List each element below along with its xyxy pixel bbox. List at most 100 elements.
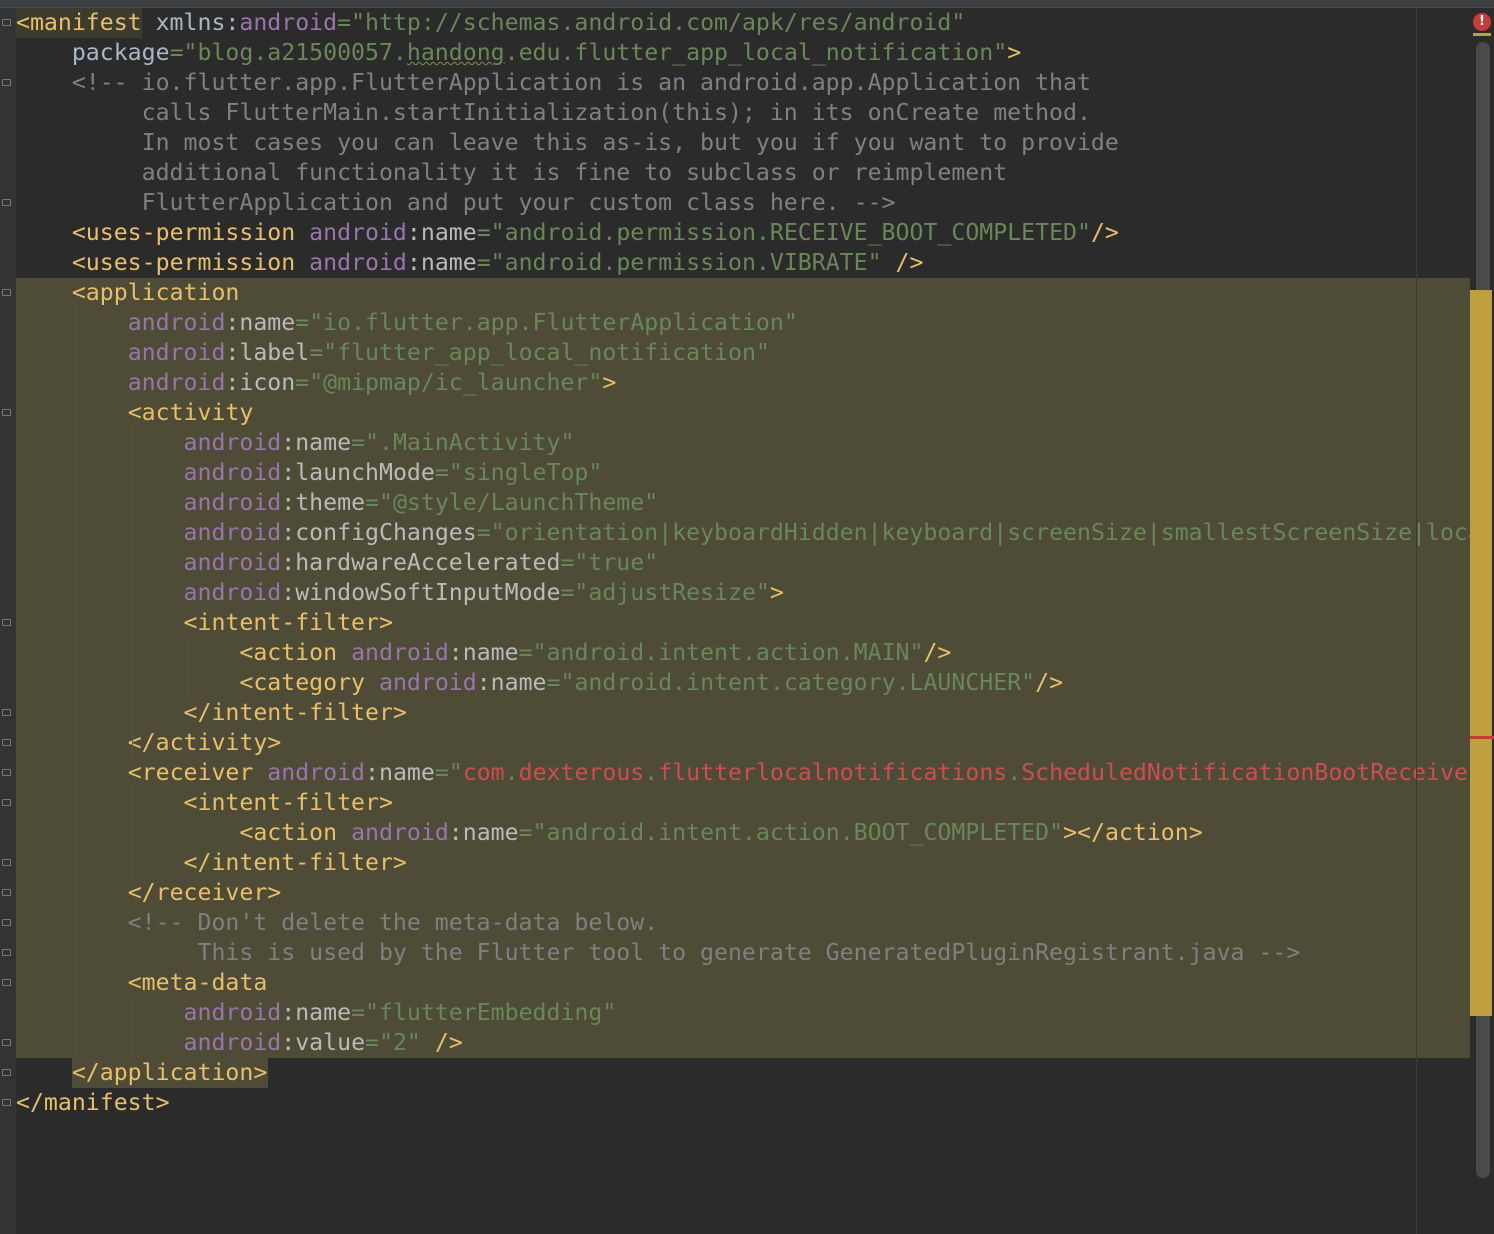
code-line[interactable]: android:icon="@mipmap/ic_launcher"> — [16, 368, 617, 398]
fold-marker-icon[interactable] — [2, 859, 11, 866]
code-line[interactable]: <manifest xmlns:android="http://schemas.… — [16, 8, 965, 38]
code-token-tag: > — [769, 579, 784, 606]
code-token-cmt: <!-- io.flutter.app.FlutterApplication i… — [16, 69, 1091, 96]
code-token-attr: :name — [225, 309, 296, 336]
editor-gutter[interactable] — [0, 8, 16, 1234]
code-token-str: ="adjustResize" — [560, 579, 770, 606]
fold-marker-icon[interactable] — [2, 979, 11, 986]
code-line[interactable]: <category android:name="android.intent.c… — [16, 668, 1063, 698]
code-token-str: ="blog.a21500057. — [169, 39, 407, 66]
code-line[interactable]: </receiver> — [16, 878, 282, 908]
code-token-tag: ></action> — [1063, 819, 1203, 846]
fold-marker-icon[interactable] — [2, 769, 11, 776]
fold-marker-icon[interactable] — [2, 1069, 11, 1076]
code-line[interactable]: </intent-filter> — [16, 698, 407, 728]
code-token-tag: /> — [1090, 219, 1119, 246]
code-token-ns: android — [127, 309, 226, 336]
code-line[interactable]: <action android:name="android.intent.act… — [16, 638, 951, 668]
code-line[interactable]: <meta-data — [16, 968, 268, 998]
fold-marker-icon[interactable] — [2, 619, 11, 626]
code-token-tag: <activity — [127, 399, 254, 426]
code-line[interactable]: <application — [16, 278, 240, 308]
code-token-tag: /> — [895, 249, 924, 276]
code-token-str: ="@style/LaunchTheme" — [365, 489, 659, 516]
code-line[interactable]: This is used by the Flutter tool to gene… — [16, 938, 1300, 968]
code-token-ns: android — [351, 819, 449, 846]
code-editor[interactable]: <manifest xmlns:android="http://schemas.… — [0, 0, 1494, 1234]
code-line[interactable]: android:theme="@style/LaunchTheme" — [16, 488, 659, 518]
code-token-cmt: FlutterApplication and put your custom c… — [16, 189, 896, 216]
fold-marker-icon[interactable] — [2, 19, 11, 26]
error-indicator-icon[interactable]: ! — [1473, 13, 1491, 31]
fold-marker-icon[interactable] — [2, 1039, 11, 1046]
indent-guide — [132, 428, 133, 758]
fold-marker-icon[interactable] — [2, 409, 11, 416]
code-line[interactable]: <intent-filter> — [16, 788, 393, 818]
fold-marker-icon[interactable] — [2, 79, 11, 86]
fold-marker-icon[interactable] — [2, 799, 11, 806]
fold-marker-icon[interactable] — [2, 919, 11, 926]
code-token-tag: <category — [239, 669, 379, 696]
fold-marker-icon[interactable] — [2, 709, 11, 716]
code-line[interactable]: FlutterApplication and put your custom c… — [16, 188, 896, 218]
code-line[interactable]: <!-- Don't delete the meta-data below. — [16, 908, 659, 938]
code-token-tag: /> — [1035, 669, 1064, 696]
code-token-ns: android — [183, 549, 282, 576]
code-line[interactable]: android:label="flutter_app_local_notific… — [16, 338, 770, 368]
code-line[interactable]: </manifest> — [16, 1088, 170, 1118]
code-token-str: . — [504, 759, 519, 786]
code-token-attr: :hardwareAccelerated — [281, 549, 561, 576]
code-line[interactable]: additional functionality it is fine to s… — [16, 158, 1008, 188]
code-area[interactable]: <manifest xmlns:android="http://schemas.… — [16, 8, 1470, 1234]
code-token-tag: </application> — [71, 1059, 268, 1086]
code-line[interactable]: <receiver android:name="com.dexterous.fl… — [16, 758, 1470, 788]
code-line[interactable]: android:name=".MainActivity" — [16, 428, 575, 458]
code-token-ns: android — [267, 759, 366, 786]
code-token-ns: android — [183, 579, 282, 606]
code-line[interactable]: In most cases you can leave this as-is, … — [16, 128, 1119, 158]
fold-marker-icon[interactable] — [2, 889, 11, 896]
code-token-tag: </manifest> — [16, 1089, 170, 1116]
code-line[interactable]: <action android:name="android.intent.act… — [16, 818, 1203, 848]
code-line[interactable]: android:hardwareAccelerated="true" — [16, 548, 659, 578]
code-line[interactable]: android:launchMode="singleTop" — [16, 458, 603, 488]
code-line[interactable]: android:value="2" /> — [16, 1028, 463, 1058]
fold-marker-icon[interactable] — [2, 289, 11, 296]
code-token-tag: > — [1007, 39, 1022, 66]
code-token-attr: :value — [281, 1029, 366, 1056]
code-line[interactable]: android:configChanges="orientation|keybo… — [16, 518, 1470, 548]
code-token-ns: android — [351, 639, 449, 666]
code-line[interactable]: package="blog.a21500057.handong.edu.flut… — [16, 38, 1021, 68]
code-line[interactable]: <uses-permission android:name="android.p… — [16, 218, 1119, 248]
code-token-err: dexterous — [518, 759, 645, 786]
code-token-str: =".MainActivity" — [351, 429, 575, 456]
code-line[interactable]: <!-- io.flutter.app.FlutterApplication i… — [16, 68, 1091, 98]
code-line[interactable]: android:name="flutterEmbedding" — [16, 998, 617, 1028]
code-token-ns: android — [127, 369, 226, 396]
code-line[interactable]: calls FlutterMain.startInitialization(th… — [16, 98, 1091, 128]
code-token-tag: <application — [71, 279, 240, 306]
code-line[interactable]: </intent-filter> — [16, 848, 407, 878]
code-token-tag: <intent-filter> — [183, 789, 393, 816]
error-stripe-marker[interactable] — [1470, 736, 1494, 739]
warning-stripe-marker[interactable] — [1470, 290, 1492, 1016]
fold-marker-icon[interactable] — [2, 949, 11, 956]
code-line[interactable]: android:name="io.flutter.app.FlutterAppl… — [16, 308, 798, 338]
fold-marker-icon[interactable] — [2, 199, 11, 206]
code-token-cmt: In most cases you can leave this as-is, … — [16, 129, 1119, 156]
code-line[interactable]: <uses-permission android:name="android.p… — [16, 248, 924, 278]
code-line[interactable]: <intent-filter> — [16, 608, 393, 638]
fold-marker-icon[interactable] — [2, 1099, 11, 1106]
error-indicator-underline — [1473, 33, 1491, 36]
code-token-plain: xmlns: — [141, 9, 240, 36]
code-line[interactable]: <activity — [16, 398, 254, 428]
code-line[interactable]: </application> — [16, 1058, 267, 1088]
fold-marker-icon[interactable] — [2, 739, 11, 746]
code-line[interactable]: </activity> — [16, 728, 282, 758]
